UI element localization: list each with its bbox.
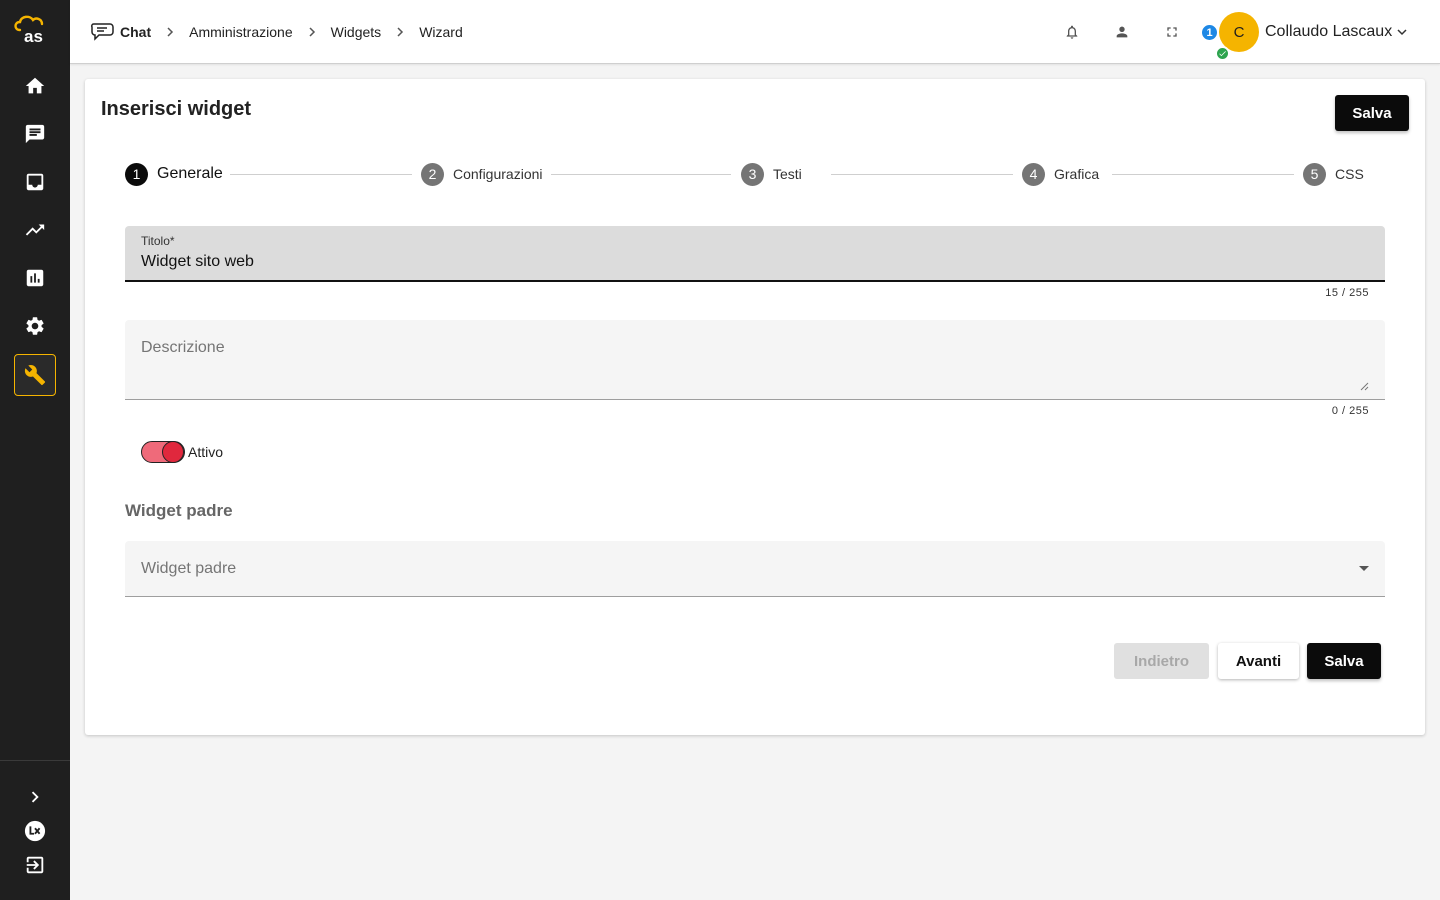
step-label: Grafica [1054,166,1100,182]
users-online-button[interactable] [1110,20,1134,44]
title-char-counter: 15 / 255 [1325,287,1369,299]
active-toggle-label: Attivo [188,444,224,460]
user-menu[interactable]: Collaudo Lascaux [1265,0,1408,64]
breadcrumb-item-amministrazione[interactable]: Amministrazione [189,24,292,40]
step-connector [551,174,731,175]
description-field[interactable]: Descrizione [125,320,1385,400]
parent-widget-select[interactable]: Widget padre [125,541,1385,597]
chat-bubble-icon [25,124,45,144]
active-toggle[interactable] [141,440,185,464]
chevron-right-icon [307,27,317,37]
trending-up-icon [25,224,45,236]
sidebar-logout-button[interactable] [14,844,56,886]
bell-icon [1066,25,1078,39]
online-status-icon [1215,46,1230,61]
sidebar-item-reports[interactable] [14,257,56,299]
app-logo[interactable]: as [12,14,58,46]
wrench-icon [24,365,46,386]
sidebar-item-inbox[interactable] [14,161,56,203]
title-field[interactable]: Titolo* [125,226,1385,282]
next-button[interactable]: Avanti [1218,643,1299,679]
step-connector [831,174,1013,175]
step-label: CSS [1335,166,1364,182]
parent-widget-section-title: Widget padre [125,501,233,520]
step-grafica[interactable]: 4 Grafica [1022,162,1099,186]
sidebar-item-home[interactable] [14,65,56,107]
step-connector [1112,174,1294,175]
breadcrumb-item-chat[interactable]: Chat [90,21,151,43]
sidebar-item-settings[interactable] [14,305,56,347]
toggle-thumb [162,441,184,463]
step-number: 1 [125,162,148,186]
description-char-counter: 0 / 255 [1331,405,1369,417]
step-css[interactable]: 5 CSS [1303,162,1364,186]
chevron-right-icon [31,791,39,803]
fullscreen-button[interactable] [1160,20,1184,44]
breadcrumb-label: Widgets [330,24,382,40]
notifications-button[interactable] [1060,20,1084,44]
topbar: Chat Amministrazione Widgets Wizard 1 C … [70,0,1440,64]
sidebar: as [0,0,70,900]
save-button-top[interactable]: Salva [1335,95,1409,131]
sidebar-item-tools[interactable] [14,354,56,396]
description-placeholder: Descrizione [141,339,225,356]
breadcrumb: Chat Amministrazione Widgets Wizard [90,0,463,64]
gear-icon [26,317,44,335]
sidebar-divider [0,760,70,761]
lx-logo-icon [24,820,46,842]
step-number: 4 [1022,162,1045,186]
svg-text:as: as [24,27,43,44]
step-testi[interactable]: 3 Testi [741,162,802,186]
chat-bots-icon [90,23,114,41]
step-label: Configurazioni [453,166,543,182]
users-count-badge: 1 [1200,23,1219,42]
chevron-down-icon [1397,29,1407,36]
step-number: 5 [1303,162,1326,186]
fullscreen-icon [1167,27,1177,37]
home-icon [25,77,45,94]
step-configurazioni[interactable]: 2 Configurazioni [421,162,543,186]
dropdown-arrow-icon [1359,566,1369,571]
inbox-icon [26,173,44,191]
step-label: Testi [773,166,802,182]
title-input[interactable] [141,253,1341,271]
breadcrumb-label: Chat [120,24,152,40]
breadcrumb-label: Amministrazione [189,24,293,40]
breadcrumb-item-wizard[interactable]: Wizard [419,24,463,40]
person-icon [1116,26,1128,38]
bar-chart-icon [26,269,44,287]
resize-handle-icon[interactable] [1359,381,1369,391]
step-label: Generale [157,165,223,182]
chevron-right-icon [395,27,405,37]
back-button[interactable]: Indietro [1114,643,1209,679]
parent-widget-placeholder: Widget padre [141,560,237,577]
step-number: 3 [741,162,764,186]
logout-icon [26,856,44,874]
title-field-label: Titolo* [141,234,175,248]
sidebar-item-trends[interactable] [14,209,56,251]
save-button-bottom[interactable]: Salva [1307,643,1381,679]
breadcrumb-item-widgets[interactable]: Widgets [331,24,382,40]
breadcrumb-label: Wizard [419,24,463,40]
step-generale[interactable]: 1 Generale [125,162,223,186]
user-name: Collaudo Lascaux [1265,23,1393,40]
widget-wizard-card: Inserisci widget Salva 1 Generale 2 Conf… [85,79,1425,735]
sidebar-item-chat[interactable] [14,113,56,155]
step-number: 2 [421,162,444,186]
step-connector [230,174,412,175]
chevron-right-icon [165,27,175,37]
page-title: Inserisci widget [101,98,252,120]
